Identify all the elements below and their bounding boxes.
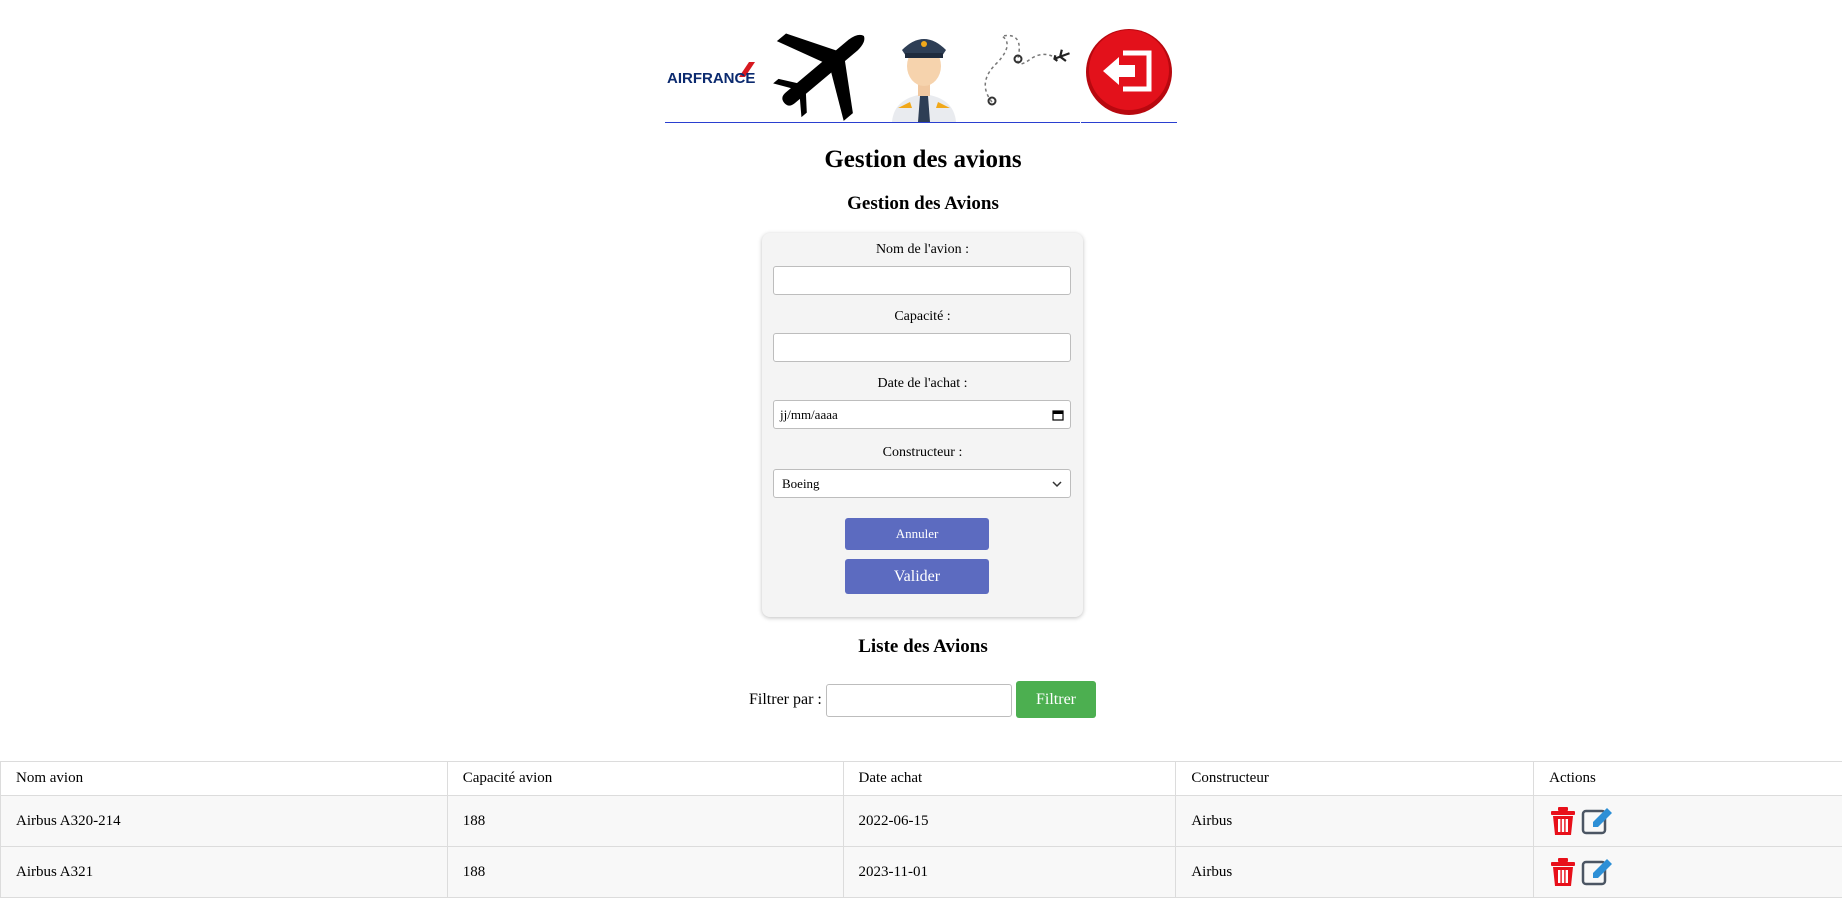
edit-icon[interactable] (1581, 805, 1613, 837)
capacite-label: Capacité : (894, 309, 951, 324)
date-label: Date de l'achat : (877, 376, 968, 391)
cell-constructeur: Airbus (1175, 846, 1535, 898)
page-title: Gestion des avions (824, 146, 1022, 173)
date-input[interactable]: jj/mm/aaaa (773, 400, 1071, 429)
date-placeholder: jj/mm/aaaa (780, 407, 838, 422)
cell-actions (1533, 795, 1842, 847)
airfrance-logo-icon: AIRFRANCE (667, 62, 755, 87)
flight-route-icon (984, 34, 1070, 106)
avions-table: Nom avion Capacité avion Date achat Cons… (0, 761, 1842, 898)
constructeur-selected: Boeing (782, 476, 820, 491)
nav-pilotes-link[interactable] (872, 22, 976, 123)
capacite-input[interactable] (773, 333, 1071, 362)
chevron-down-icon (1052, 480, 1062, 487)
avion-form: Nom de l'avion : Capacité : Date de l'ac… (762, 233, 1083, 617)
form-heading: Gestion des Avions (847, 193, 999, 214)
top-nav: AIRFRANCE (663, 22, 1183, 124)
valider-button[interactable]: Valider (845, 559, 989, 594)
col-header-actions: Actions (1533, 761, 1842, 796)
airplane-icon (773, 33, 865, 121)
filter-button[interactable]: Filtrer (1016, 681, 1096, 718)
filter-input[interactable] (826, 684, 1012, 717)
filter-label: Filtrer par : (749, 691, 822, 708)
nav-vols-link[interactable] (976, 22, 1080, 123)
cell-constructeur: Airbus (1175, 795, 1535, 847)
cell-nom: Airbus A321 (0, 846, 448, 898)
pilot-icon (892, 39, 956, 122)
nom-label: Nom de l'avion : (875, 242, 970, 257)
edit-icon[interactable] (1581, 856, 1613, 888)
col-header-date: Date achat (842, 761, 1177, 796)
svg-text:AIRFRANCE: AIRFRANCE (667, 70, 755, 87)
nav-avions-link[interactable] (769, 22, 872, 123)
cell-actions (1533, 846, 1842, 898)
cell-capacite: 188 (446, 846, 844, 898)
col-header-nom: Nom avion (0, 761, 448, 796)
trash-icon[interactable] (1549, 805, 1577, 837)
nav-airfrance-link[interactable]: AIRFRANCE (665, 22, 769, 123)
calendar-icon[interactable] (1052, 409, 1064, 421)
trash-icon[interactable] (1549, 856, 1577, 888)
nom-input[interactable] (773, 266, 1071, 295)
nav-logout-link[interactable] (1081, 22, 1177, 123)
table-header-row: Nom avion Capacité avion Date achat Cons… (0, 761, 1842, 796)
constructeur-label: Constructeur : (882, 445, 963, 460)
table-row: Airbus A321 188 2023-11-01 Airbus (0, 846, 1842, 898)
cell-date: 2022-06-15 (842, 795, 1177, 847)
cell-date: 2023-11-01 (842, 846, 1177, 898)
constructeur-select[interactable]: Boeing (773, 469, 1071, 498)
list-heading: Liste des Avions (858, 636, 988, 657)
cell-nom: Airbus A320-214 (0, 795, 448, 847)
table-row: Airbus A320-214 188 2022-06-15 Airbus (0, 795, 1842, 847)
col-header-constructeur: Constructeur (1175, 761, 1535, 796)
logout-icon (1086, 29, 1172, 115)
col-header-capacite: Capacité avion (446, 761, 844, 796)
cell-capacite: 188 (446, 795, 844, 847)
annuler-button[interactable]: Annuler (845, 518, 989, 550)
